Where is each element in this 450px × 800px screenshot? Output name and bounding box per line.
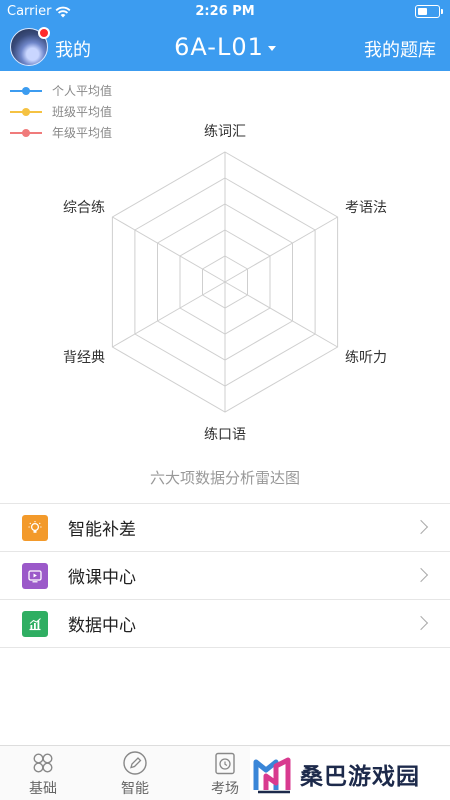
axis-label-speaking: 练口语 [204, 427, 246, 443]
tab-basics[interactable]: 基础 [8, 750, 78, 798]
bar-chart-icon [22, 610, 48, 637]
tab-label: 智能 [121, 781, 149, 797]
status-time: 2:26 PM [195, 4, 255, 19]
chevron-right-icon [413, 615, 429, 631]
radar-spoke [112, 281, 226, 348]
tab-label: 考场 [211, 781, 239, 797]
radar-spoke [224, 281, 338, 348]
chevron-right-icon [413, 567, 429, 583]
status-bar: Carrier 2:26 PM [0, 0, 450, 24]
radar-caption: 六大项数据分析雷达图 [149, 469, 300, 487]
legend-label: 个人平均值 [52, 84, 113, 98]
clover-icon [33, 753, 53, 773]
menu-item-smart-remedial[interactable]: 智能补差 [0, 504, 450, 552]
radar-spoke [224, 216, 338, 283]
tab-label: 基础 [29, 781, 57, 797]
radar-spoke [112, 216, 226, 283]
watermark: 桑巴游戏园 [250, 747, 450, 800]
question-bank-button[interactable]: 我的题库 [364, 36, 436, 62]
axis-label-classics: 背经典 [63, 350, 105, 366]
menu-label: 数据中心 [68, 616, 136, 636]
tab-smart[interactable]: 智能 [100, 750, 170, 798]
menu-item-micro-course[interactable]: 微课中心 [0, 552, 450, 600]
axis-label-vocabulary: 练词汇 [204, 124, 246, 140]
radar-grid [111, 151, 339, 413]
lightbulb-icon [22, 514, 48, 541]
feature-menu: 智能补差 微课中心 数据中心 [0, 503, 450, 648]
video-play-icon [22, 562, 48, 589]
menu-label: 微课中心 [68, 568, 136, 588]
legend-marker [10, 86, 42, 95]
nav-bar: 我的 6A-L01 我的题库 [0, 24, 450, 71]
watermark-logo-icon [253, 757, 291, 793]
axis-label-grammar: 考语法 [345, 200, 387, 216]
battery-icon [415, 5, 443, 18]
chevron-right-icon [413, 519, 429, 535]
axis-label-comprehensive: 综合练 [63, 200, 105, 216]
menu-label: 智能补差 [68, 520, 136, 540]
radar-chart: 练词汇 考语法 练听力 练口语 背经典 综合练 [63, 124, 387, 443]
watermark-text: 桑巴游戏园 [300, 763, 420, 790]
axis-label-listening: 练听力 [345, 350, 387, 366]
legend-item-personal: 个人平均值 [10, 80, 112, 101]
caret-down-icon [267, 45, 276, 51]
menu-item-data-center[interactable]: 数据中心 [0, 600, 450, 648]
pencil-circle-icon [123, 751, 147, 775]
clock-clipboard-icon [215, 752, 235, 775]
class-selector-label: 6A-L01 [174, 33, 264, 61]
